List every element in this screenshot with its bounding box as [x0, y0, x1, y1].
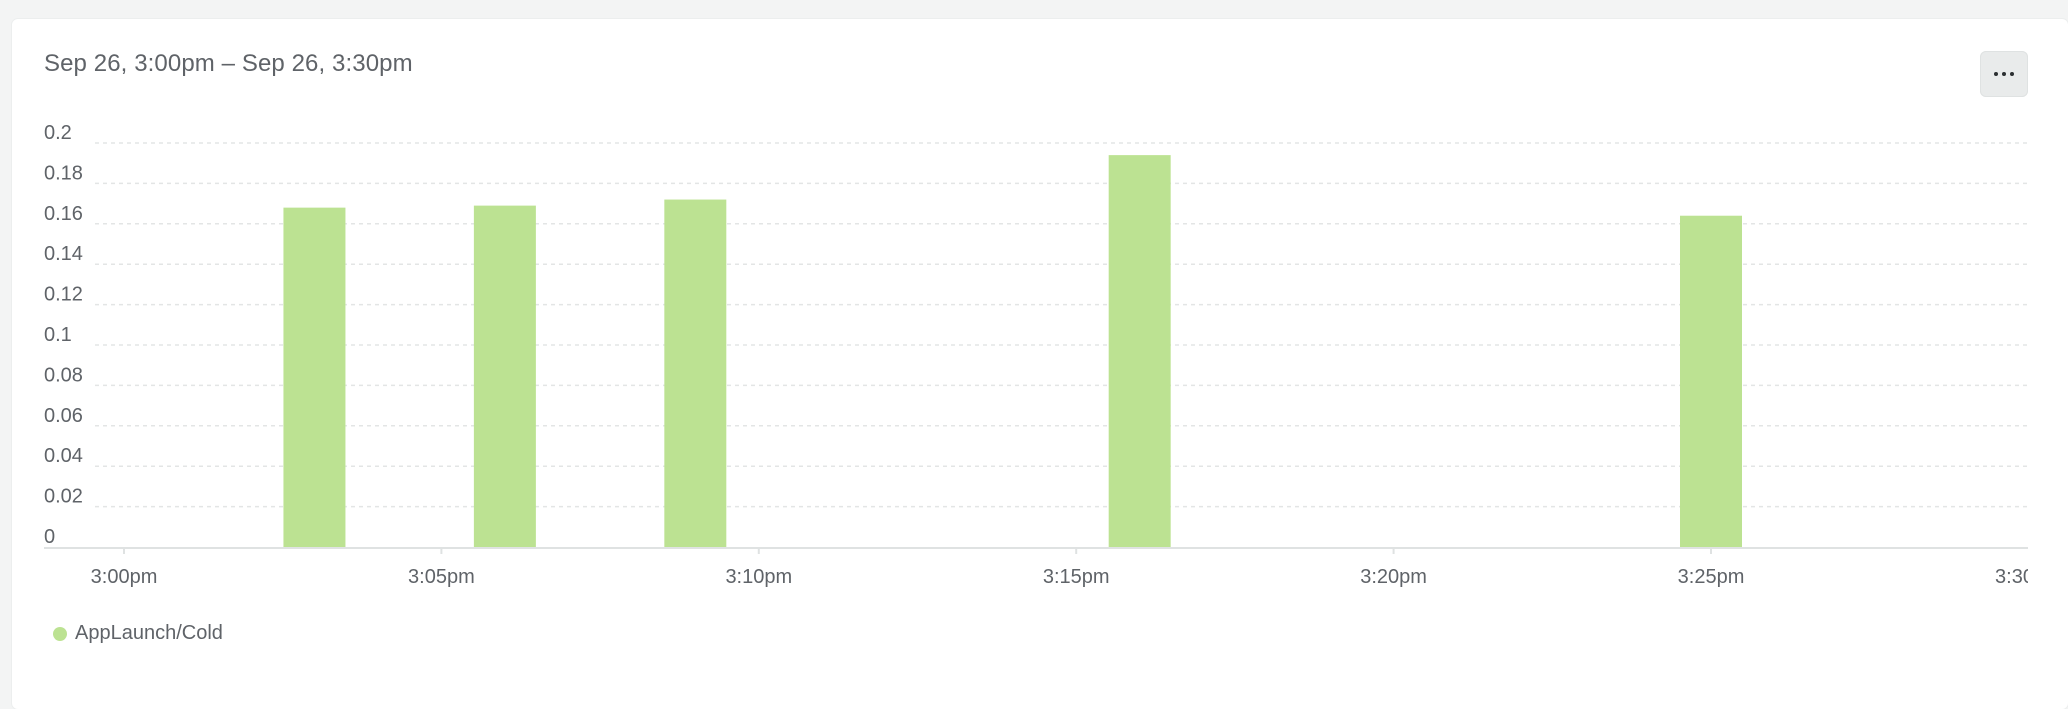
x-tick-labels: 3:00pm 3:05pm 3:10pm 3:15pm 3:20pm 3:25pm 3:30… [91, 566, 2062, 588]
legend-swatch [53, 626, 67, 641]
x-tick-label: 3:10pm [725, 566, 792, 588]
legend-label: AppLaunch/Cold [75, 622, 223, 644]
y-tick-label: 0 [44, 526, 55, 548]
y-tick-label: 0.14 [44, 243, 83, 265]
bars [283, 155, 1742, 547]
bar[interactable] [664, 199, 727, 547]
bar[interactable] [283, 207, 346, 547]
y-axis-ticks: 0 0.02 0.04 0.06 0.08 0.1 0.12 0.14 0.16 0.18 0.2 [44, 122, 83, 548]
y-tick-label: 0.16 [44, 203, 83, 225]
y-tick-label: 0.12 [44, 284, 83, 306]
y-tick-label: 0.08 [44, 364, 83, 386]
bar-chart: 00.020.040.060.080.10.120.140.160.180.2 … [44, 122, 2062, 588]
y-tick-label: 0.18 [44, 162, 83, 184]
x-tick-label: 3:00pm [91, 566, 158, 588]
y-tick-label: 0.2 [44, 122, 72, 144]
y-tick-label: 0.02 [44, 486, 83, 508]
y-tick-label: 0.1 [44, 324, 72, 346]
bar[interactable] [473, 205, 536, 547]
legend-item[interactable]: AppLaunch/Cold [53, 622, 223, 645]
x-tick-label: 3:05pm [408, 566, 475, 588]
x-tick-label: 3:15pm [1043, 566, 1110, 588]
bar[interactable] [1108, 155, 1171, 547]
bar[interactable] [1680, 215, 1742, 547]
x-axis: 3:00pm 3:05pm 3:10pm 3:15pm 3:20pm 3:25pm 3:30… [44, 547, 2062, 588]
x-tick-label: 3:25pm [1678, 566, 1745, 588]
x-tick-label: 3:20pm [1360, 566, 1427, 588]
x-tick-label: 3:30pm [1995, 566, 2062, 588]
y-tick-label: 0.04 [44, 445, 83, 467]
y-tick-label: 0.06 [44, 405, 83, 427]
